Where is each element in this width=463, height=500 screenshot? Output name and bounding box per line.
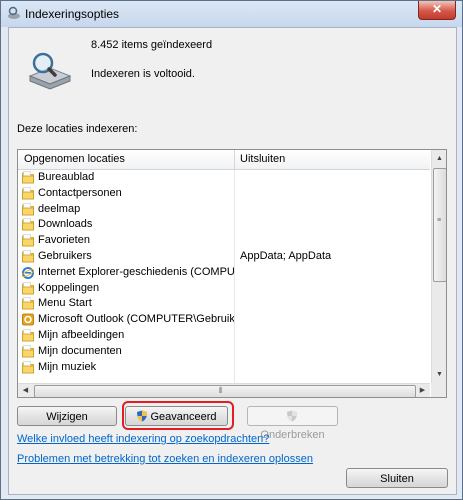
grip-icon: ⦀ (219, 386, 223, 395)
locations-label: Deze locaties indexeren: (17, 123, 138, 135)
horizontal-scrollbar[interactable]: ◀ ⦀ ▶ (18, 383, 430, 397)
column-header-included[interactable]: Opgenomen locaties (24, 153, 125, 165)
title-bar[interactable]: Indexeringsopties ✕ (1, 1, 462, 27)
pause-button-label: Onderbreken (260, 429, 325, 441)
table-row[interactable]: Mijn afbeeldingen (18, 328, 430, 344)
scroll-right-arrow-icon[interactable]: ▶ (415, 384, 430, 397)
advanced-button-highlight (122, 401, 234, 430)
horizontal-scroll-thumb[interactable]: ⦀ (34, 385, 416, 397)
scroll-up-arrow-icon[interactable]: ▲ (433, 151, 446, 166)
list-header: Opgenomen locaties Uitsluiten (18, 150, 430, 170)
modify-button[interactable]: Wijzigen (17, 406, 117, 426)
pause-button: Onderbreken (247, 406, 338, 441)
table-row[interactable]: Contactpersonen (18, 186, 430, 202)
table-row[interactable]: Downloads (18, 217, 430, 233)
location-rows: Bureaublad Contactpersonen deelmap Download… (18, 170, 430, 375)
location-name: Favorieten (38, 234, 90, 247)
folder-icon (22, 234, 34, 247)
folder-icon (22, 345, 34, 358)
table-row[interactable]: Mijn muziek (18, 360, 430, 376)
table-row[interactable]: Mijn documenten (18, 344, 430, 360)
folder-icon (22, 360, 34, 374)
location-name: Microsoft Outlook (COMPUTER\Gebruiker) (38, 313, 234, 326)
location-name: Mijn muziek (38, 360, 97, 373)
folder-icon (22, 281, 34, 295)
folder-icon (22, 250, 34, 263)
indexing-options-icon (8, 6, 20, 19)
location-name: Bureaublad (38, 171, 95, 183)
table-row[interactable]: Internet Explorer-geschiedenis (COMPUTER (18, 265, 430, 281)
folder-icon (22, 202, 34, 216)
uac-shield-icon (286, 410, 297, 422)
table-row[interactable]: Bureaublad (18, 170, 430, 186)
location-name: Mijn afbeeldingen (38, 328, 125, 341)
table-row[interactable]: Menu Start (18, 296, 430, 312)
scrollbar-corner (431, 383, 446, 397)
location-name: Mijn documenten (38, 344, 122, 357)
scroll-down-arrow-icon[interactable]: ▼ (433, 367, 446, 382)
vertical-scrollbar[interactable]: ▲ ≡ ▼ (431, 150, 446, 383)
indexed-locations-list[interactable]: Opgenomen locaties Uitsluiten Bureaublad… (17, 149, 447, 398)
location-name: Gebruikers (38, 249, 92, 262)
dialog-body: 8.452 items geïndexeerd Indexeren is vol… (8, 27, 457, 495)
internet-explorer-icon (21, 266, 35, 279)
location-name: Internet Explorer-geschiedenis (COMPUTER (38, 265, 234, 278)
outlook-icon (22, 313, 34, 326)
table-row[interactable]: Microsoft Outlook (COMPUTER\Gebruiker) (18, 312, 430, 328)
close-button[interactable]: Sluiten (346, 468, 448, 488)
scroll-left-arrow-icon[interactable]: ◀ (18, 384, 33, 397)
table-row[interactable]: Koppelingen (18, 281, 430, 297)
table-row[interactable]: Gebruikers AppData; AppData (18, 249, 430, 265)
indexing-drive-icon (28, 52, 72, 90)
location-name: deelmap (38, 202, 81, 215)
close-window-button[interactable]: ✕ (418, 1, 456, 20)
indexing-options-window: Indexeringsopties ✕ 8.452 items geïndexe… (0, 0, 463, 500)
column-separator[interactable] (234, 150, 235, 169)
folder-icon (22, 329, 34, 342)
location-exclusions: AppData; AppData (240, 249, 332, 262)
folder-icon (22, 187, 34, 200)
location-name: Menu Start (38, 297, 92, 310)
troubleshoot-search-link[interactable]: Problemen met betrekking tot zoeken en i… (17, 453, 313, 465)
indexing-status: Indexeren is voltooid. (91, 68, 195, 80)
table-row[interactable]: Favorieten (18, 233, 430, 249)
table-row[interactable]: deelmap (18, 202, 430, 218)
column-header-exclude[interactable]: Uitsluiten (240, 153, 285, 165)
indexing-influence-link[interactable]: Welke invloed heeft indexering op zoekop… (17, 433, 269, 445)
location-name: Downloads (38, 218, 93, 231)
indexed-count: 8.452 items geïndexeerd (91, 39, 213, 51)
location-name: Koppelingen (38, 281, 100, 294)
vertical-scroll-thumb[interactable]: ≡ (433, 168, 446, 282)
location-name: Contactpersonen (38, 186, 122, 199)
folder-icon (22, 218, 34, 231)
folder-icon (22, 171, 34, 184)
window-title: Indexeringsopties (25, 7, 120, 21)
grip-icon: ≡ (437, 217, 442, 224)
folder-icon (22, 297, 34, 310)
